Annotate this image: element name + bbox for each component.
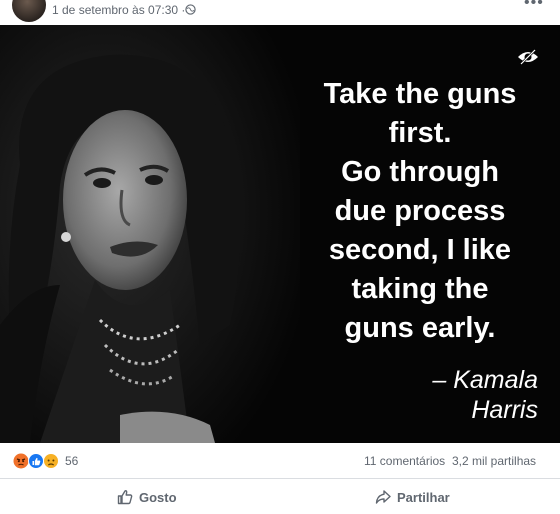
post-image[interactable]: Take the guns first. Go through due proc… (0, 25, 560, 443)
like-button[interactable]: Gosto (117, 487, 177, 507)
quote-line: taking the (351, 273, 489, 305)
shares-count[interactable]: 3,2 mil partilhas (452, 454, 536, 468)
reaction-icons[interactable] (13, 453, 61, 469)
like-label: Gosto (139, 489, 177, 505)
quote-line: due process (334, 195, 506, 227)
quote-line: second, I like (328, 234, 512, 266)
angry-icon (13, 453, 29, 469)
quote-author: – Kamala Harris (378, 365, 538, 425)
author-line: Harris (471, 396, 538, 424)
post-timestamp[interactable]: 1 de setembro às 07:30 · (52, 3, 185, 17)
post-header: 1 de setembro às 07:30 · ••• (0, 0, 560, 25)
share-arrow-icon (375, 490, 391, 504)
quote-line: Take the guns (323, 78, 517, 110)
globe-icon (185, 4, 196, 15)
share-label: Partilhar (397, 489, 450, 505)
portrait-photo (0, 25, 300, 443)
comments-count[interactable]: 11 comentários (364, 454, 445, 468)
author-line: – Kamala (432, 366, 538, 394)
reactions-bar: 56 11 comentários 3,2 mil partilhas (0, 443, 560, 479)
thumbs-up-icon (117, 490, 133, 505)
like-icon (28, 453, 44, 469)
eye-slash-icon[interactable] (517, 49, 539, 65)
quote-line: Go through (341, 156, 499, 188)
avatar[interactable] (12, 0, 46, 22)
quote-text: Take the guns first. Go through due proc… (295, 75, 545, 348)
sad-icon (43, 453, 59, 469)
quote-line: guns early. (344, 312, 496, 344)
quote-line: first. (388, 117, 452, 149)
ellipsis-horizontal-icon[interactable]: ••• (524, 0, 544, 12)
share-button[interactable]: Partilhar (375, 487, 450, 507)
reaction-count[interactable]: 56 (65, 454, 78, 468)
action-bar: Gosto Partilhar (0, 479, 560, 514)
